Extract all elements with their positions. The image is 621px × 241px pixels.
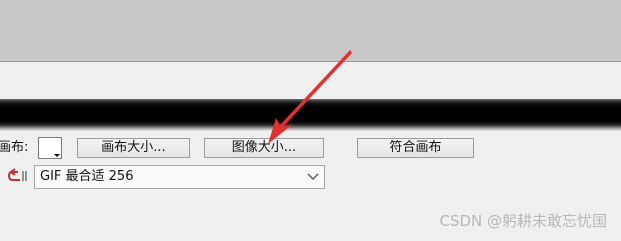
loop-arrow-icon xyxy=(8,168,27,181)
swatch-dropdown-icon xyxy=(54,154,60,157)
dialog-screen: 画布: 画布大小... 图像大小... 符合画布 GIF 最合适 256 CSD… xyxy=(0,0,621,241)
canvas-color-label: 画布: xyxy=(0,140,29,155)
fit-canvas-button[interactable]: 符合画布 xyxy=(357,138,474,158)
color-reduction-select[interactable]: GIF 最合适 256 xyxy=(34,165,325,189)
canvas-size-button[interactable]: 画布大小... xyxy=(77,138,190,158)
canvas-color-swatch[interactable] xyxy=(38,137,62,159)
image-size-button[interactable]: 图像大小... xyxy=(204,138,324,158)
options-panel xyxy=(0,61,621,99)
animation-preview-strip xyxy=(0,99,621,131)
gray-background xyxy=(0,0,621,61)
format-select-value: GIF 最合适 256 xyxy=(40,169,134,184)
watermark-text: CSDN @躬耕未敢忘忧国 xyxy=(439,212,607,230)
chevron-down-icon xyxy=(307,173,319,180)
